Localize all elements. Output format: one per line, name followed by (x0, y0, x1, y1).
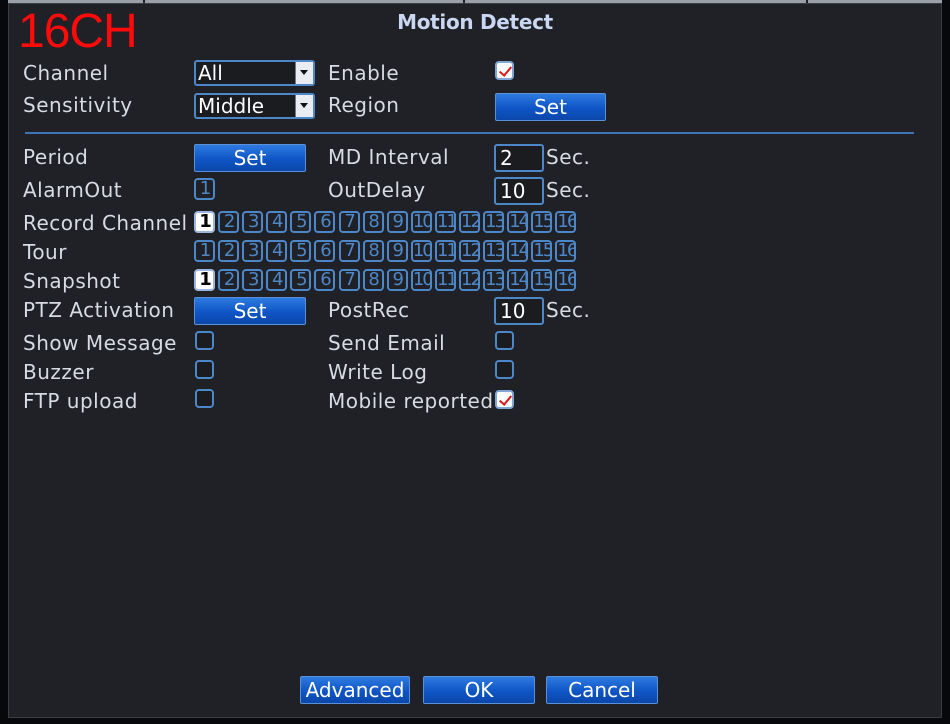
snapshot-channel-15-box[interactable]: 15 (531, 269, 553, 291)
channel-label: Channel (23, 61, 109, 85)
tour-channel-11-box[interactable]: 11 (434, 240, 456, 262)
snapshot-channel-14-box[interactable]: 14 (507, 269, 529, 291)
record-channel-5-box[interactable]: 5 (290, 211, 312, 233)
record-channel-10-box[interactable]: 10 (410, 211, 432, 233)
snapshot-channel-row: 1 2 3 4 5 6 7 8 9 10 11 12 13 14 15 16 (194, 269, 580, 291)
record-channel-13-box[interactable]: 13 (483, 211, 505, 233)
snapshot-channel-4-box[interactable]: 4 (266, 269, 288, 291)
tour-channel-5-box[interactable]: 5 (290, 240, 312, 262)
write-log-label: Write Log (328, 360, 428, 384)
record-channel-14-box[interactable]: 14 (507, 211, 529, 233)
record-channel-row: 1 2 3 4 5 6 7 8 9 10 11 12 13 14 15 16 (194, 211, 580, 233)
md-interval-label: MD Interval (328, 145, 450, 169)
alarm-out-label: AlarmOut (23, 178, 123, 202)
cancel-button[interactable]: Cancel (546, 676, 658, 704)
period-label: Period (23, 145, 89, 169)
buzzer-checkbox[interactable] (195, 360, 214, 379)
ftp-upload-checkbox[interactable] (195, 389, 214, 408)
record-channel-12-box[interactable]: 12 (459, 211, 481, 233)
record-channel-3-box[interactable]: 3 (242, 211, 264, 233)
tour-channel-16-box[interactable]: 16 (555, 240, 577, 262)
md-interval-input[interactable]: 2 (494, 144, 544, 172)
snapshot-channel-12-box[interactable]: 12 (459, 269, 481, 291)
enable-checkbox[interactable] (495, 61, 514, 80)
snapshot-label: Snapshot (23, 269, 121, 293)
record-channel-7-box[interactable]: 7 (338, 211, 360, 233)
mobile-reported-label: Mobile reported (328, 389, 494, 413)
tour-channel-9-box[interactable]: 9 (386, 240, 408, 262)
record-channel-1-box[interactable]: 1 (194, 211, 215, 233)
tour-channel-14-box[interactable]: 14 (507, 240, 529, 262)
ptz-activation-label: PTZ Activation (23, 298, 175, 322)
record-channel-16-box[interactable]: 16 (555, 211, 577, 233)
tour-channel-2-box[interactable]: 2 (218, 240, 240, 262)
chevron-down-icon[interactable] (295, 62, 313, 84)
show-message-label: Show Message (23, 331, 177, 355)
tour-channel-1-box[interactable]: 1 (194, 240, 215, 262)
record-channel-9-box[interactable]: 9 (386, 211, 408, 233)
tour-channel-6-box[interactable]: 6 (314, 240, 336, 262)
buzzer-label: Buzzer (23, 360, 94, 384)
ptz-set-button[interactable]: Set (194, 297, 306, 325)
tour-channel-15-box[interactable]: 15 (531, 240, 553, 262)
record-channel-15-box[interactable]: 15 (531, 211, 553, 233)
out-delay-label: OutDelay (328, 178, 426, 202)
send-email-checkbox[interactable] (495, 331, 514, 350)
tour-channel-13-box[interactable]: 13 (483, 240, 505, 262)
out-delay-unit: Sec. (546, 178, 591, 202)
alarm-out-1-box[interactable]: 1 (194, 178, 215, 200)
snapshot-channel-16-box[interactable]: 16 (555, 269, 577, 291)
period-set-button[interactable]: Set (194, 144, 306, 172)
record-channel-11-box[interactable]: 11 (434, 211, 456, 233)
record-channel-8-box[interactable]: 8 (362, 211, 384, 233)
md-interval-unit: Sec. (546, 145, 591, 169)
advanced-button[interactable]: Advanced (300, 676, 410, 704)
write-log-checkbox[interactable] (495, 360, 514, 379)
snapshot-channel-13-box[interactable]: 13 (483, 269, 505, 291)
post-rec-unit: Sec. (546, 298, 591, 322)
tour-label: Tour (23, 240, 67, 264)
sensitivity-select-value: Middle (198, 94, 265, 118)
region-set-button[interactable]: Set (495, 93, 606, 121)
motion-detect-dialog (8, 3, 942, 718)
post-rec-label: PostRec (328, 298, 410, 322)
snapshot-channel-1-box[interactable]: 1 (194, 269, 215, 291)
region-label: Region (328, 93, 400, 117)
record-channel-label: Record Channel (23, 211, 188, 235)
post-rec-input[interactable]: 10 (494, 297, 544, 325)
chevron-down-icon[interactable] (295, 95, 313, 117)
snapshot-channel-7-box[interactable]: 7 (338, 269, 360, 291)
out-delay-input[interactable]: 10 (494, 177, 544, 205)
snapshot-channel-9-box[interactable]: 9 (386, 269, 408, 291)
tour-channel-8-box[interactable]: 8 (362, 240, 384, 262)
enable-label: Enable (328, 61, 400, 85)
snapshot-channel-10-box[interactable]: 10 (410, 269, 432, 291)
tour-channel-12-box[interactable]: 12 (459, 240, 481, 262)
record-channel-4-box[interactable]: 4 (266, 211, 288, 233)
sensitivity-select[interactable]: Middle (194, 93, 315, 119)
snapshot-channel-6-box[interactable]: 6 (314, 269, 336, 291)
tour-channel-7-box[interactable]: 7 (338, 240, 360, 262)
dialog-title: Motion Detect (397, 10, 553, 34)
snapshot-channel-11-box[interactable]: 11 (434, 269, 456, 291)
ok-button[interactable]: OK (423, 676, 535, 704)
section-divider (25, 132, 914, 134)
snapshot-channel-3-box[interactable]: 3 (242, 269, 264, 291)
channel-select-value: All (198, 61, 223, 85)
record-channel-2-box[interactable]: 2 (218, 211, 240, 233)
tour-channel-10-box[interactable]: 10 (410, 240, 432, 262)
record-channel-6-box[interactable]: 6 (314, 211, 336, 233)
tour-channel-4-box[interactable]: 4 (266, 240, 288, 262)
channel-select[interactable]: All (194, 60, 315, 86)
mobile-reported-checkbox[interactable] (495, 390, 514, 409)
tour-channel-3-box[interactable]: 3 (242, 240, 264, 262)
sensitivity-label: Sensitivity (23, 93, 133, 117)
send-email-label: Send Email (328, 331, 446, 355)
ftp-upload-label: FTP upload (23, 389, 138, 413)
snapshot-channel-2-box[interactable]: 2 (218, 269, 240, 291)
tour-channel-row: 1 2 3 4 5 6 7 8 9 10 11 12 13 14 15 16 (194, 240, 580, 262)
show-message-checkbox[interactable] (195, 331, 214, 350)
snapshot-channel-8-box[interactable]: 8 (362, 269, 384, 291)
snapshot-channel-5-box[interactable]: 5 (290, 269, 312, 291)
